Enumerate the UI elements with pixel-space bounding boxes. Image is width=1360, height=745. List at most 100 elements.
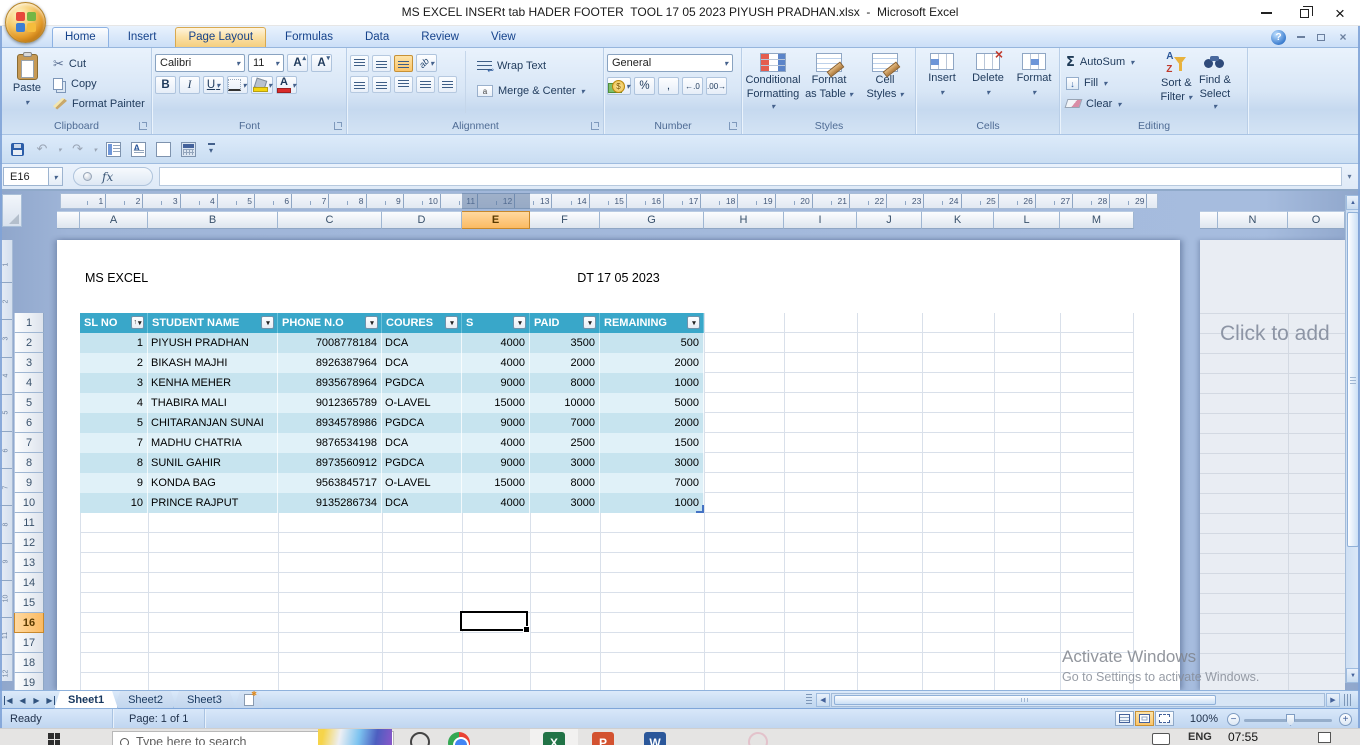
cell-course[interactable]: O-LAVEL — [382, 393, 462, 413]
ribbon-tab[interactable]: View — [478, 27, 529, 47]
cell-paid[interactable]: 10000 — [530, 393, 600, 413]
clipboard-dialog-launcher[interactable] — [139, 122, 147, 130]
row-header[interactable]: 7 — [14, 433, 44, 453]
fill-button[interactable]: Fill — [1063, 74, 1155, 93]
table-row[interactable]: 8 SUNIL GAHIR 8973560912 PGDCA 9000 3000… — [80, 453, 704, 473]
column-header[interactable]: G — [600, 211, 704, 229]
table-row[interactable]: 4 THABIRA MALI 9012365789 O-LAVEL 15000 … — [80, 393, 704, 413]
cell-remaining[interactable]: 1000 — [600, 493, 704, 513]
shrink-font-button[interactable]: A — [311, 54, 332, 72]
search-highlight-image[interactable] — [318, 729, 392, 745]
comma-style-button[interactable]: , — [658, 77, 679, 95]
cell-styles-button[interactable]: Cell Styles — [857, 51, 913, 113]
ribbon-tab[interactable]: Insert — [115, 27, 170, 47]
normal-view-button[interactable] — [1115, 711, 1134, 726]
powerpoint-icon[interactable] — [592, 732, 614, 745]
cell-sl-no[interactable]: 7 — [80, 433, 148, 453]
cell-paid[interactable]: 7000 — [530, 413, 600, 433]
cell-remaining[interactable]: 3000 — [600, 453, 704, 473]
align-right-button[interactable] — [394, 76, 413, 93]
cell-phone[interactable]: 8935678964 — [278, 373, 382, 393]
horizontal-scrollbar[interactable] — [831, 693, 1325, 707]
row-header[interactable]: 19 — [14, 673, 44, 690]
merge-center-button[interactable]: Merge & Center — [474, 81, 588, 101]
sort-filter-button[interactable]: Sort & Filter — [1159, 51, 1194, 113]
row-header[interactable]: 8 — [14, 453, 44, 473]
cell-paid[interactable]: 2000 — [530, 353, 600, 373]
cell-student-name[interactable]: KENHA MEHER — [148, 373, 278, 393]
copy-button[interactable]: Copy — [50, 74, 148, 93]
cell-student-name[interactable]: MADHU CHATRIA — [148, 433, 278, 453]
cell-sl-no[interactable]: 3 — [80, 373, 148, 393]
column-header[interactable]: E — [462, 211, 530, 229]
clear-button[interactable]: Clear — [1063, 94, 1155, 113]
top-align-button[interactable] — [350, 55, 369, 72]
font-name-combo[interactable]: Calibri — [155, 54, 245, 72]
cell-course[interactable]: DCA — [382, 493, 462, 513]
increase-decimal-button[interactable]: ←.0 — [682, 77, 703, 95]
ribbon-tab[interactable]: Home — [52, 27, 109, 47]
table-header-cell[interactable]: REMAINING — [600, 313, 704, 333]
word-icon[interactable] — [644, 732, 666, 745]
scroll-left-icon[interactable] — [816, 693, 830, 707]
zoom-out-button[interactable] — [1227, 713, 1240, 726]
cell-fees[interactable]: 9000 — [462, 373, 530, 393]
column-header[interactable]: C — [278, 211, 382, 229]
row-header[interactable]: 13 — [14, 553, 44, 573]
column-header[interactable]: I — [784, 211, 857, 229]
last-sheet-button[interactable] — [44, 693, 57, 707]
table-header-cell[interactable]: COURES — [382, 313, 462, 333]
cell-sl-no[interactable]: 9 — [80, 473, 148, 493]
table-header-cell[interactable]: PHONE N.O — [278, 313, 382, 333]
expand-formula-bar-button[interactable] — [1342, 167, 1357, 186]
row-header[interactable]: 10 — [14, 493, 44, 513]
autosum-button[interactable]: ΣAutoSum — [1063, 53, 1155, 72]
column-header[interactable]: O — [1288, 211, 1345, 229]
table-header-cell[interactable]: SL NO ↑ — [80, 313, 148, 333]
cell-fees[interactable]: 4000 — [462, 433, 530, 453]
cell-paid[interactable]: 3000 — [530, 453, 600, 473]
zoom-level[interactable]: 100% — [1190, 713, 1218, 725]
cell-remaining[interactable]: 5000 — [600, 393, 704, 413]
cell-student-name[interactable]: SUNIL GAHIR — [148, 453, 278, 473]
percent-style-button[interactable]: % — [634, 77, 655, 95]
scroll-right-icon[interactable] — [1326, 693, 1340, 707]
touch-keyboard-icon[interactable] — [1152, 733, 1170, 745]
alignment-dialog-launcher[interactable] — [591, 122, 599, 130]
number-dialog-launcher[interactable] — [729, 122, 737, 130]
row-header[interactable]: 17 — [14, 633, 44, 653]
number-format-combo[interactable]: General — [607, 54, 733, 72]
sheet-tab[interactable]: Sheet3 — [173, 691, 236, 709]
scrollbar-resize-grip[interactable] — [1344, 694, 1352, 706]
table-resize-handle[interactable] — [696, 505, 704, 513]
row-header[interactable]: 14 — [14, 573, 44, 593]
cell-sl-no[interactable]: 5 — [80, 413, 148, 433]
language-indicator[interactable]: ENG — [1188, 731, 1212, 743]
row-header[interactable]: 18 — [14, 653, 44, 673]
previous-sheet-button[interactable] — [16, 693, 29, 707]
table-row[interactable]: 5 CHITARANJAN SUNAI 8934578986 PGDCA 900… — [80, 413, 704, 433]
font-dialog-launcher[interactable] — [334, 122, 342, 130]
decrease-decimal-button[interactable]: .00→ — [706, 77, 727, 95]
column-header[interactable]: M — [1060, 211, 1134, 229]
row-header[interactable]: 1 — [14, 313, 44, 333]
clock[interactable]: 07:55 — [1228, 730, 1258, 744]
cell-grid[interactable]: SL NO ↑ STUDENT NAME PHONE N.O COURES S — [80, 313, 1134, 690]
notification-center-icon[interactable] — [1318, 732, 1331, 743]
format-as-table-button[interactable]: Format as Table — [801, 51, 857, 113]
cell-student-name[interactable]: CHITARANJAN SUNAI — [148, 413, 278, 433]
workbook-minimize-button[interactable] — [1294, 31, 1308, 43]
cell-fees[interactable]: 4000 — [462, 353, 530, 373]
next-sheet-button[interactable] — [30, 693, 43, 707]
page-2[interactable]: Click to add — [1200, 240, 1345, 690]
cell-fees[interactable]: 4000 — [462, 493, 530, 513]
start-button[interactable] — [48, 733, 60, 745]
column-header[interactable]: K — [922, 211, 994, 229]
filter-button[interactable] — [583, 316, 596, 329]
cell-phone[interactable]: 7008778184 — [278, 333, 382, 353]
filter-button[interactable]: ↑ — [131, 316, 144, 329]
cell-remaining[interactable]: 500 — [600, 333, 704, 353]
cell-remaining[interactable]: 1000 — [600, 373, 704, 393]
row-header[interactable]: 16 — [14, 613, 44, 633]
restore-button[interactable] — [1286, 0, 1322, 26]
